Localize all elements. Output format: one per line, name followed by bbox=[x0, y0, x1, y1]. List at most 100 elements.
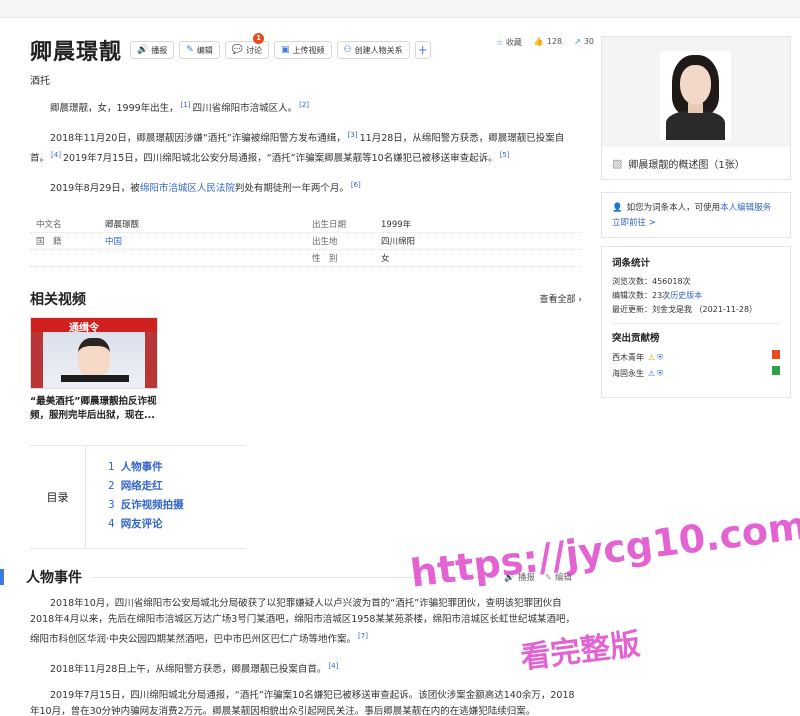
photo-caption[interactable]: ▨ 卿晨璟靓的概述图（1张） bbox=[602, 147, 790, 179]
upload-video-button[interactable]: ▣ 上传视频 bbox=[274, 41, 332, 59]
reference-link[interactable]: [7] bbox=[358, 632, 368, 640]
video-thumbnail[interactable]: 通缉令 bbox=[30, 316, 158, 389]
edit-button[interactable]: ✎ 编辑 bbox=[179, 41, 220, 59]
play-button[interactable]: 🔊 播报 bbox=[130, 41, 175, 59]
history-link[interactable]: 历史版本 bbox=[670, 291, 702, 300]
section-text: 2018年11月28日上午，从绵阳警方获悉，卿晨璟靓已投案自首。 bbox=[50, 664, 327, 676]
top-stats: ☆ 收藏 👍 128 ↗ 30 bbox=[496, 37, 594, 48]
intro-paragraph-2: 2018年11月20日，卿晨璟靓因涉嫌“酒托”诈骗被绵阳警方发布通缉， [3] 11… bbox=[30, 127, 582, 167]
play-label: 播报 bbox=[151, 45, 168, 55]
stats-title: 词条统计 bbox=[612, 258, 651, 269]
toc-number: 1 bbox=[108, 460, 115, 473]
edit-count-text: 编辑次数：23次 bbox=[612, 291, 671, 300]
toc-list: 1 人物事件 2 网络走红 3 反诈视频拍摄 4 网友评论 bbox=[86, 446, 184, 548]
toc-number: 3 bbox=[108, 498, 115, 511]
contributors-title: 突出贡献榜 bbox=[612, 333, 660, 344]
image-icon: ▨ bbox=[612, 156, 623, 170]
info-value: 1999年 bbox=[381, 219, 412, 230]
claim-card: 👤 如您为词条本人，可使用本人编辑服务 立即前往 > bbox=[601, 192, 791, 238]
like-button[interactable]: 👍 128 bbox=[534, 37, 562, 48]
thumbnail-side bbox=[145, 331, 157, 388]
self-edit-link[interactable]: 本人编辑服务 bbox=[720, 203, 771, 213]
toc-item[interactable]: 3 反诈视频拍摄 bbox=[108, 496, 184, 515]
favorite-button[interactable]: ☆ 收藏 bbox=[496, 37, 522, 48]
related-videos-title: 相关视频 bbox=[30, 291, 86, 308]
intro-paragraph-1: 卿晨璟靓，女，1999年出生， [1] 四川省绵阳市涪城区人。 [2] bbox=[30, 97, 582, 117]
title-row: 卿晨璟靓 🔊 播报 ✎ 编辑 💬 讨论 1 ▣ 上传视频 ⚇ 创建人物关系 + ☆ 收藏 👍 1… bbox=[30, 30, 594, 70]
share-icon: ↗ bbox=[574, 37, 581, 46]
reference-link[interactable]: [4] bbox=[51, 151, 61, 159]
toc-item-label: 人物事件 bbox=[120, 460, 163, 473]
video-icon: ▣ bbox=[281, 45, 290, 55]
create-relation-label: 创建人物关系 bbox=[354, 45, 403, 55]
view-count: 浏览次数：456018次 bbox=[612, 277, 691, 286]
sidebar: ▨ 卿晨璟靓的概述图（1张） 👤 如您为词条本人，可使用本人编辑服务 立即前往 > … bbox=[601, 36, 791, 398]
page-subtitle: 酒托 bbox=[30, 76, 50, 87]
reference-link[interactable]: [1] bbox=[181, 101, 191, 109]
section-events: 人物事件 🔊 播报 ✎ 编辑 2018年10月，四川省绵阳市公安局城北分局破获了以犯… bbox=[0, 566, 582, 716]
main-content: 卿晨璟靓 🔊 播报 ✎ 编辑 💬 讨论 1 ▣ 上传视频 ⚇ 创建人物关系 + ☆ 收藏 👍 1… bbox=[30, 30, 594, 549]
share-count: 30 bbox=[583, 37, 594, 46]
intro-text: 四川省绵阳市涪城区人。 bbox=[192, 103, 298, 115]
section-text: 2019年7月15日，四川绵阳城北分局通报，“酒托”诈骗案10名嫌犯已被移送审查… bbox=[30, 690, 575, 716]
discuss-button[interactable]: 💬 讨论 1 bbox=[224, 33, 269, 59]
section-paragraph-3: 2019年7月15日，四川绵阳城北分局通报，“酒托”诈骗案10名嫌犯已被移送审查… bbox=[30, 688, 576, 716]
info-label: 中文名 bbox=[36, 219, 62, 230]
go-now-link[interactable]: 立即前往 > bbox=[612, 218, 656, 228]
people-icon: ⚇ bbox=[343, 45, 352, 55]
contributor-row[interactable]: 海固永生 ⚠ ⛨ bbox=[612, 366, 780, 382]
section-paragraph-2: 2018年11月28日上午，从绵阳警方获悉，卿晨璟靓已投案自首。 [4] bbox=[30, 658, 576, 678]
last-updated: 最近更新：刘金戈是我 （2021-11-28） bbox=[612, 305, 758, 314]
info-value: 四川绵阳 bbox=[381, 236, 416, 247]
toc-item[interactable]: 1 人物事件 bbox=[108, 458, 184, 477]
intro-text: 2019年8月29日，被 bbox=[50, 183, 140, 195]
chat-icon: 💬 bbox=[231, 45, 243, 55]
portrait-photo[interactable] bbox=[660, 51, 731, 140]
warning-icon: ⚠ bbox=[648, 353, 656, 362]
portrait-face bbox=[680, 65, 711, 105]
nationality-link[interactable]: 中国 bbox=[105, 235, 122, 247]
thumbnail-banner-text: 通缉令 bbox=[69, 322, 99, 334]
court-link[interactable]: 绵阳市涪城区人民法院 bbox=[140, 184, 235, 195]
thumbnail-side bbox=[31, 331, 43, 388]
info-label: 出生日期 bbox=[312, 219, 347, 230]
intro-text: 2019年7月15日，四川绵阳城北公安分局通报，“酒托”诈骗案卿晨某靓等10名嫌… bbox=[62, 153, 498, 165]
thumbnail-face bbox=[78, 337, 110, 376]
share-button[interactable]: ↗ 30 bbox=[574, 37, 594, 48]
toc-item[interactable]: 2 网络走红 bbox=[108, 477, 184, 496]
section-text: 2018年10月，四川省绵阳市公安局城北分局破获了以犯罪嫌疑人以卢兴波为首的“酒… bbox=[30, 598, 575, 646]
discuss-badge: 1 bbox=[253, 33, 264, 44]
info-label: 出生地 bbox=[312, 236, 338, 247]
contributor-row[interactable]: 西木青年 ⚠ ⛨ bbox=[612, 350, 780, 366]
like-count: 128 bbox=[546, 37, 563, 46]
create-relation-button[interactable]: ⚇ 创建人物关系 bbox=[336, 41, 410, 59]
info-row: 国 籍 中国 出生地 四川绵阳 bbox=[30, 233, 582, 250]
video-card[interactable]: 通缉令 “最美酒托”卿晨璟靓拍反诈视 频，服刑完毕后出狱，现在... bbox=[30, 316, 158, 423]
thumbnail-caption-bar bbox=[61, 374, 129, 382]
add-button[interactable]: + bbox=[414, 41, 431, 59]
photo-area bbox=[602, 37, 790, 147]
thumb-up-icon: 👍 bbox=[533, 37, 544, 46]
related-videos-header: 相关视频 查看全部 › bbox=[30, 289, 582, 309]
video-title[interactable]: “最美酒托”卿晨璟靓拍反诈视 频，服刑完毕后出狱，现在... bbox=[30, 395, 158, 423]
toc-number: 2 bbox=[108, 479, 115, 492]
infobox: 中文名 卿晨璟靓 出生日期 1999年 国 籍 中国 出生地 四川绵阳 性 别 女 bbox=[30, 216, 582, 267]
reference-link[interactable]: [4] bbox=[328, 662, 338, 670]
bookmark-icon bbox=[772, 366, 780, 375]
reference-link[interactable]: [3] bbox=[348, 131, 358, 139]
see-all-label: 查看全部 bbox=[539, 295, 576, 306]
see-all-link[interactable]: 查看全部 › bbox=[540, 292, 583, 305]
overview-photo-card[interactable]: ▨ 卿晨璟靓的概述图（1张） bbox=[601, 36, 791, 180]
claim-text: 如您为词条本人，可使用 bbox=[626, 203, 721, 213]
contributor-name: 西木青年 bbox=[612, 353, 644, 362]
edit-label: 编辑 bbox=[196, 45, 213, 55]
reference-link[interactable]: [2] bbox=[299, 101, 309, 109]
intro-text: 2018年11月20日，卿晨璟靓因涉嫌“酒托”诈骗被绵阳警方发布通缉， bbox=[50, 133, 346, 145]
toc-item[interactable]: 4 网友评论 bbox=[108, 515, 184, 534]
video-title-line: “最美酒托”卿晨璟靓拍反诈视 bbox=[30, 395, 157, 407]
info-label: 性 别 bbox=[312, 253, 338, 264]
chevron-right-icon: › bbox=[578, 295, 582, 306]
reference-link[interactable]: [6] bbox=[351, 181, 361, 189]
edit-count: 编辑次数：23次历史版本 bbox=[612, 289, 780, 303]
reference-link[interactable]: [5] bbox=[500, 151, 510, 159]
